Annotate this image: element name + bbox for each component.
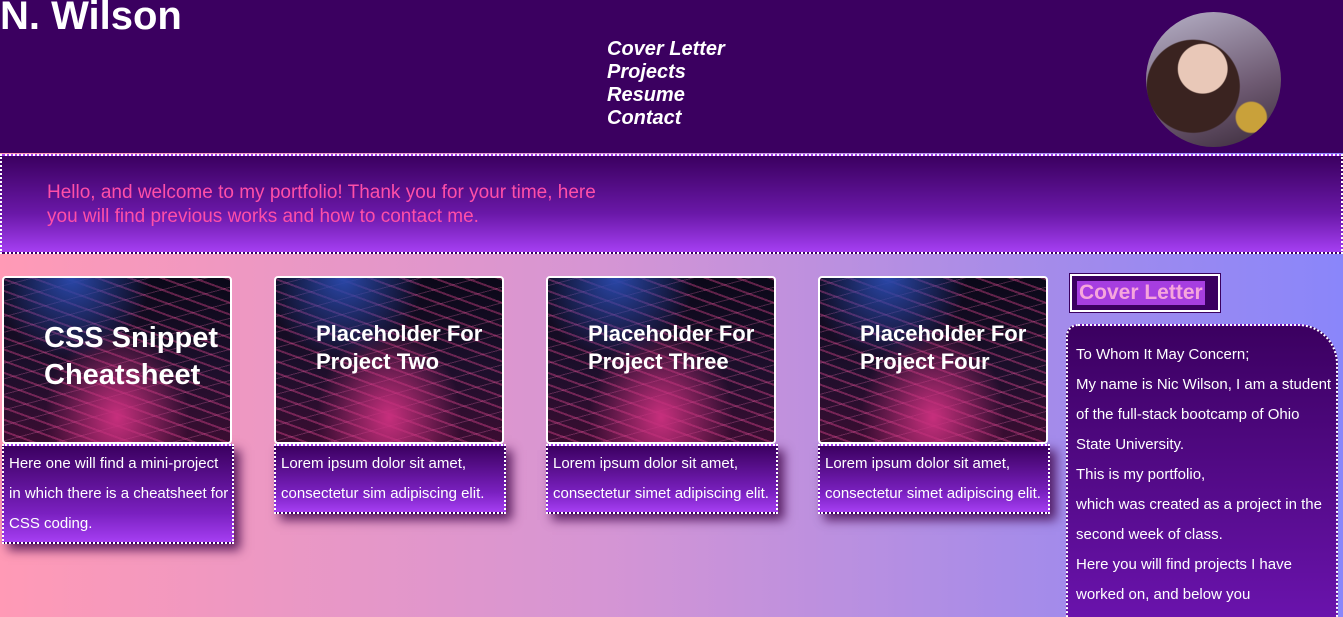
project-description-text: Lorem ipsum dolor sit amet, consectetur …: [825, 455, 1041, 502]
cover-letter-heading-text: Cover Letter: [1077, 281, 1205, 305]
cover-letter-heading: Cover Letter: [1070, 274, 1220, 312]
project-card[interactable]: Placeholder For Project Four Lorem ipsum…: [818, 276, 1050, 514]
nav-link-projects[interactable]: Projects: [607, 61, 725, 84]
site-name: N. Wilson: [0, 0, 182, 38]
avatar: [1146, 12, 1281, 147]
project-image[interactable]: Placeholder For Project Two: [274, 276, 504, 444]
project-card[interactable]: CSS Snippet Cheatsheet Here one will fin…: [2, 276, 234, 544]
welcome-banner: Hello, and welcome to my portfolio! Than…: [0, 154, 1343, 254]
site-header: N. Wilson Cover Letter Projects Resume C…: [0, 0, 1343, 153]
cover-letter-line: which was created as a project in the se…: [1076, 496, 1322, 543]
project-image[interactable]: Placeholder For Project Three: [546, 276, 776, 444]
project-image[interactable]: Placeholder For Project Four: [818, 276, 1048, 444]
project-title: Placeholder For Project Two: [316, 321, 483, 374]
project-card[interactable]: Placeholder For Project Two Lorem ipsum …: [274, 276, 506, 514]
cover-letter-line: To Whom It May Concern;: [1076, 346, 1250, 363]
project-description: Lorem ipsum dolor sit amet, consectetur …: [546, 444, 778, 514]
project-description-text: Lorem ipsum dolor sit amet, consectetur …: [553, 455, 769, 502]
project-description: Lorem ipsum dolor sit amet, consectetur …: [274, 444, 506, 514]
project-card[interactable]: Placeholder For Project Three Lorem ipsu…: [546, 276, 778, 514]
project-description: Here one will find a mini-project in whi…: [2, 444, 234, 544]
project-description: Lorem ipsum dolor sit amet, consectetur …: [818, 444, 1050, 514]
cover-letter-line: My name is Nic Wilson, I am a student of…: [1076, 376, 1332, 453]
nav-link-resume[interactable]: Resume: [607, 84, 725, 107]
project-description-text: Lorem ipsum dolor sit amet, consectetur …: [281, 455, 485, 502]
cover-letter-body: To Whom It May Concern; My name is Nic W…: [1066, 324, 1338, 617]
main-nav: Cover Letter Projects Resume Contact: [607, 38, 725, 130]
nav-link-cover-letter[interactable]: Cover Letter: [607, 38, 725, 61]
nav-link-contact[interactable]: Contact: [607, 107, 725, 130]
project-description-text: Here one will find a mini-project in whi…: [9, 455, 229, 532]
cover-letter-line: Here you will find projects I have worke…: [1076, 556, 1292, 603]
cover-letter-line: This is my portfolio,: [1076, 466, 1206, 483]
project-title: Placeholder For Project Three: [588, 321, 755, 374]
project-title: CSS Snippet Cheatsheet: [44, 322, 219, 391]
project-image[interactable]: CSS Snippet Cheatsheet: [2, 276, 232, 444]
welcome-text: Hello, and welcome to my portfolio! Than…: [47, 182, 596, 227]
project-title: Placeholder For Project Four: [860, 321, 1027, 374]
